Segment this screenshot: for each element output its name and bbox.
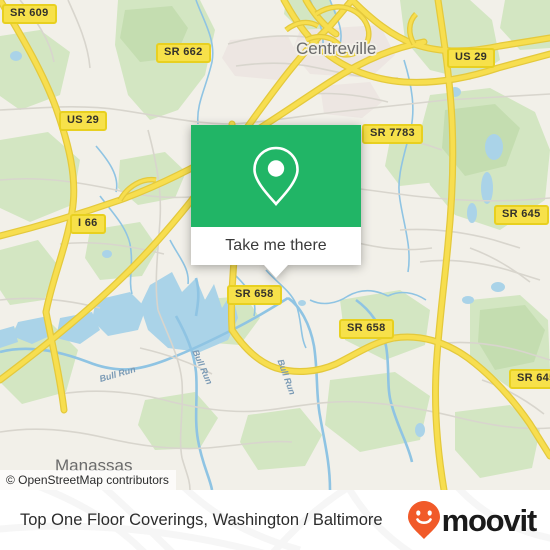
place-popup-card[interactable]: Take me there (191, 125, 361, 278)
road-shield: SR 658 (227, 285, 282, 305)
take-me-there-button[interactable]: Take me there (191, 227, 361, 265)
page-title: Top One Floor Coverings, Washington / Ba… (20, 510, 383, 529)
road-shield: I 66 (70, 214, 106, 234)
moovit-logo[interactable]: moovit (407, 500, 538, 540)
road-shield: US 29 (59, 111, 108, 131)
osm-attribution[interactable]: © OpenStreetMap contributors (0, 470, 176, 490)
take-me-there-label: Take me there (225, 237, 327, 254)
road-shield: US 29 (447, 48, 496, 68)
popup-tail (264, 265, 288, 278)
road-shield: SR 645 (494, 205, 549, 225)
place-label: Centreville (296, 39, 377, 58)
moovit-smiley-pin-icon (407, 501, 440, 539)
map-canvas[interactable]: SR 609 SR 662 US 29 US 29 SR 7783 I 66 SR 645 S… (0, 0, 550, 490)
popup-header (191, 125, 361, 227)
map-screenshot: SR 609 SR 662 US 29 US 29 SR 7783 I 66 SR 645 S… (0, 0, 550, 550)
map-pin-icon (253, 146, 299, 206)
road-shield: SR 609 (2, 4, 57, 24)
footer-bar: Top One Floor Coverings, Washington / Ba… (0, 490, 550, 550)
road-shield: SR 645 (509, 369, 550, 389)
moovit-wordmark: moovit (441, 502, 538, 538)
road-shield: SR 658 (339, 319, 394, 339)
road-shield: SR 7783 (362, 124, 423, 144)
road-shield: SR 662 (156, 43, 211, 63)
